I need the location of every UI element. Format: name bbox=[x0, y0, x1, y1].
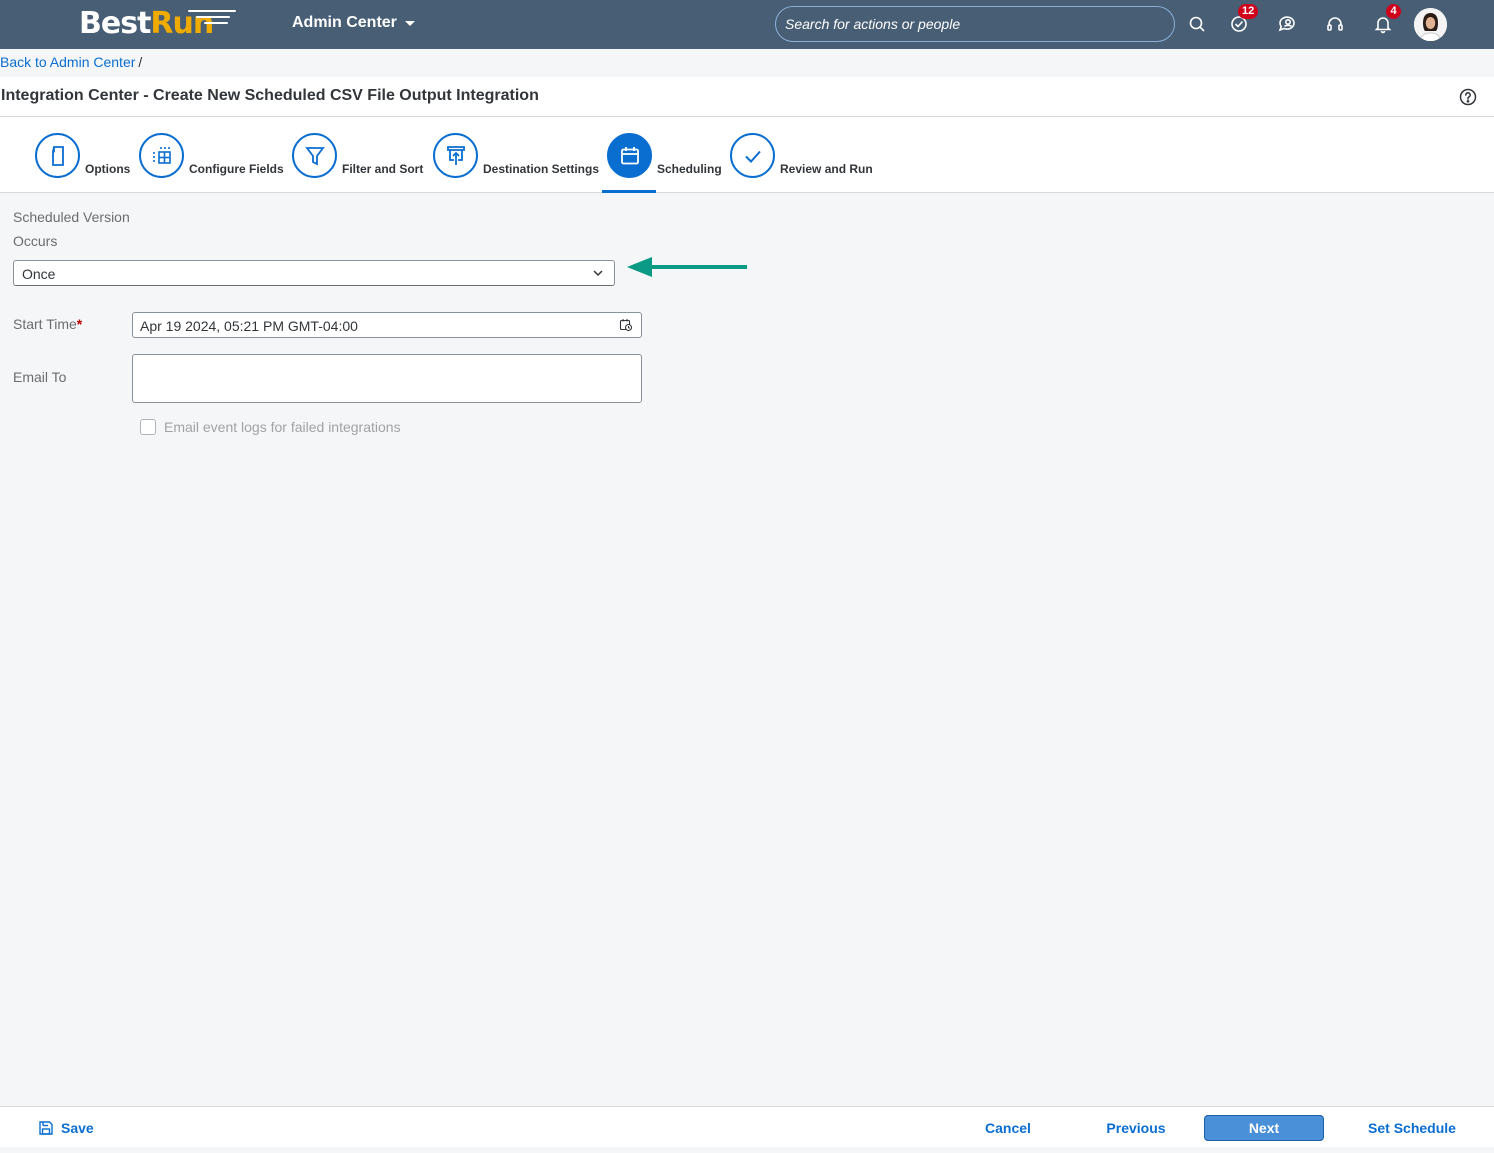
notification-badge: 4 bbox=[1386, 4, 1401, 19]
wizard-steps: Options Configure Fields Filter and Sort… bbox=[0, 117, 1494, 193]
save-icon bbox=[39, 1121, 53, 1135]
help-icon[interactable] bbox=[1458, 87, 1478, 107]
next-button[interactable]: Next bbox=[1204, 1115, 1324, 1141]
caret-down-icon bbox=[404, 20, 415, 26]
table-grid-icon bbox=[139, 133, 184, 178]
start-time-label: Start Time* bbox=[13, 316, 82, 332]
page-header: Integration Center - Create New Schedule… bbox=[0, 77, 1494, 117]
step-label: Options bbox=[85, 162, 131, 176]
datetime-picker-icon[interactable] bbox=[619, 318, 633, 332]
step-scheduling[interactable]: Scheduling bbox=[607, 133, 722, 178]
step-options[interactable]: Options bbox=[35, 133, 130, 178]
logo-text-best: Best bbox=[79, 6, 151, 41]
step-label: Review and Run bbox=[780, 162, 873, 176]
app-title-label: Admin Center bbox=[292, 14, 397, 31]
breadcrumb-separator: / bbox=[138, 54, 143, 70]
start-time-input[interactable]: Apr 19 2024, 05:21 PM GMT-04:00 bbox=[132, 312, 642, 338]
section-label: Scheduled Version bbox=[13, 209, 130, 225]
checkmark-icon bbox=[730, 133, 775, 178]
previous-button[interactable]: Previous bbox=[1094, 1115, 1178, 1141]
headset-icon[interactable] bbox=[1323, 12, 1347, 36]
app-title-menu[interactable]: Admin Center bbox=[292, 14, 415, 32]
active-step-indicator bbox=[602, 190, 656, 193]
email-event-logs-label: Email event logs for failed integrations bbox=[164, 419, 401, 435]
annotation-arrow-icon bbox=[627, 257, 747, 277]
chat-icon[interactable] bbox=[1275, 12, 1299, 36]
email-event-logs-checkbox[interactable] bbox=[140, 419, 156, 435]
cancel-button[interactable]: Cancel bbox=[968, 1115, 1048, 1141]
chevron-down-icon bbox=[593, 270, 603, 277]
start-time-label-text: Start Time bbox=[13, 316, 77, 332]
email-to-field[interactable] bbox=[132, 354, 642, 403]
page-title: Integration Center - Create New Schedule… bbox=[1, 87, 539, 104]
step-label: Configure Fields bbox=[189, 162, 284, 176]
step-configure-fields[interactable]: Configure Fields bbox=[139, 133, 284, 178]
calendar-icon bbox=[607, 133, 652, 178]
search-input[interactable] bbox=[775, 6, 1175, 42]
email-to-label: Email To bbox=[13, 369, 67, 385]
start-time-value: Apr 19 2024, 05:21 PM GMT-04:00 bbox=[140, 318, 358, 334]
filter-icon bbox=[292, 133, 337, 178]
upload-icon bbox=[433, 133, 478, 178]
set-schedule-button[interactable]: Set Schedule bbox=[1362, 1115, 1462, 1141]
step-destination-settings[interactable]: Destination Settings bbox=[433, 133, 599, 178]
back-to-admin-center-link[interactable]: Back to Admin Center bbox=[0, 54, 135, 70]
step-label: Filter and Sort bbox=[342, 162, 424, 176]
shell-bar: BestRun Admin Center 12 4 bbox=[0, 0, 1494, 49]
step-filter-and-sort[interactable]: Filter and Sort bbox=[292, 133, 423, 178]
user-avatar[interactable] bbox=[1414, 8, 1447, 41]
occurs-value: Once bbox=[22, 266, 56, 282]
occurs-label: Occurs bbox=[13, 233, 58, 249]
step-review-and-run[interactable]: Review and Run bbox=[730, 133, 873, 178]
step-label: Destination Settings bbox=[483, 162, 600, 176]
save-button[interactable]: Save bbox=[38, 1115, 98, 1141]
todo-badge: 12 bbox=[1238, 4, 1259, 19]
occurs-select[interactable]: Once bbox=[13, 260, 615, 286]
document-icon bbox=[35, 133, 80, 178]
breadcrumb: Back to Admin Center / bbox=[0, 54, 142, 70]
search-icon[interactable] bbox=[1185, 12, 1209, 36]
logo-speed-lines bbox=[188, 10, 236, 30]
step-label: Scheduling bbox=[657, 162, 722, 176]
footer-toolbar: Save Cancel Previous Next Set Schedule bbox=[0, 1106, 1494, 1147]
save-label: Save bbox=[61, 1120, 94, 1136]
required-marker: * bbox=[76, 316, 83, 332]
